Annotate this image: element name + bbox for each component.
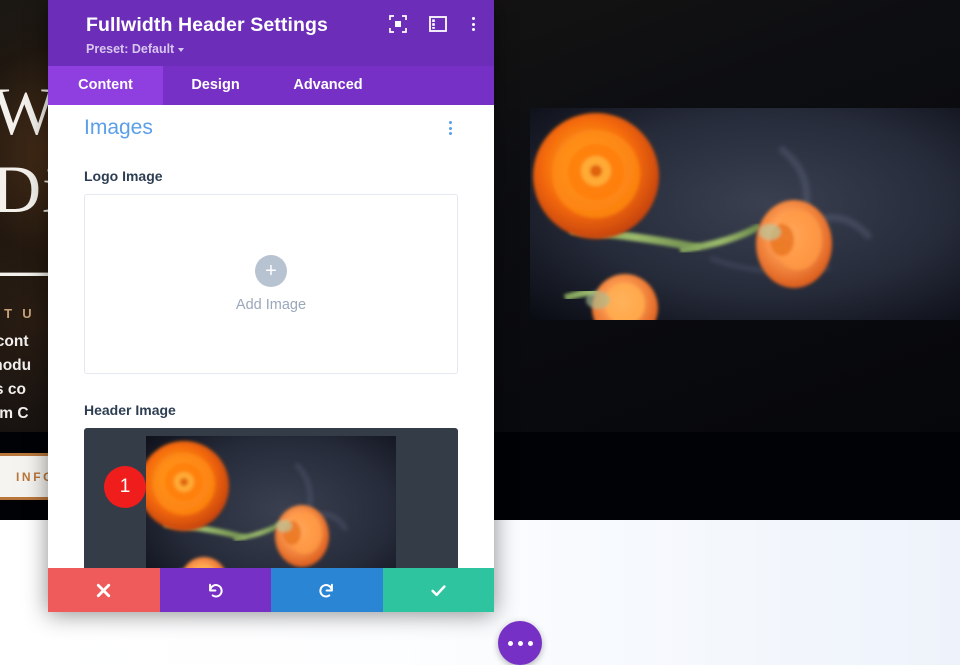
logo-image-label: Logo Image (84, 168, 163, 184)
header-image-label: Header Image (84, 402, 176, 418)
redo-icon (319, 583, 334, 597)
tab-content[interactable]: Content (48, 66, 163, 105)
add-image-label: Add Image (235, 297, 307, 313)
layout-panel-icon[interactable] (429, 15, 447, 33)
focus-icon[interactable] (389, 15, 407, 33)
flower-photo-large (530, 108, 960, 320)
modal-footer (48, 568, 494, 612)
screen: We Div —a OUT U ur cont e modu this co s… (0, 0, 960, 665)
hero-eyebrow: OUT U (0, 306, 35, 321)
preset-selector[interactable]: Preset: Default (86, 42, 474, 56)
hero-photo (530, 108, 960, 320)
section-title: Images (84, 116, 153, 139)
section-kebab-menu-icon[interactable] (443, 117, 458, 139)
close-icon (97, 583, 111, 597)
tab-design[interactable]: Design (163, 66, 268, 105)
save-button[interactable] (382, 568, 494, 612)
check-icon (431, 584, 446, 596)
undo-icon (208, 583, 223, 597)
cancel-button[interactable] (48, 568, 160, 612)
modal-body: Images Logo Image + Add Image Header Ima… (48, 105, 494, 568)
chevron-down-icon (178, 47, 185, 52)
module-settings-modal: Fullwidth Header Settings Preset: Defaul… (48, 0, 494, 612)
ellipsis-dot (507, 640, 513, 646)
header-image-thumbnail (146, 436, 396, 568)
ellipsis-dot (527, 640, 533, 646)
redo-button[interactable] (271, 568, 383, 612)
modal-header: Fullwidth Header Settings Preset: Defaul… (48, 0, 494, 66)
header-image-preview[interactable]: 1 (84, 428, 458, 568)
flower-photo-thumb (146, 436, 396, 568)
modal-header-actions (389, 15, 478, 33)
modal-tabs: Content Design Advanced (48, 66, 494, 105)
images-section-header: Images (84, 105, 458, 140)
image-count-badge: 1 (104, 466, 146, 508)
tab-advanced[interactable]: Advanced (268, 66, 388, 105)
undo-button[interactable] (159, 568, 271, 612)
plus-icon: + (255, 255, 287, 287)
ellipsis-dot (517, 640, 523, 646)
kebab-menu-icon[interactable] (469, 15, 478, 33)
more-options-fab[interactable] (498, 621, 542, 665)
logo-image-upload[interactable]: + Add Image (84, 194, 458, 374)
preset-label: Preset: Default (86, 42, 175, 56)
